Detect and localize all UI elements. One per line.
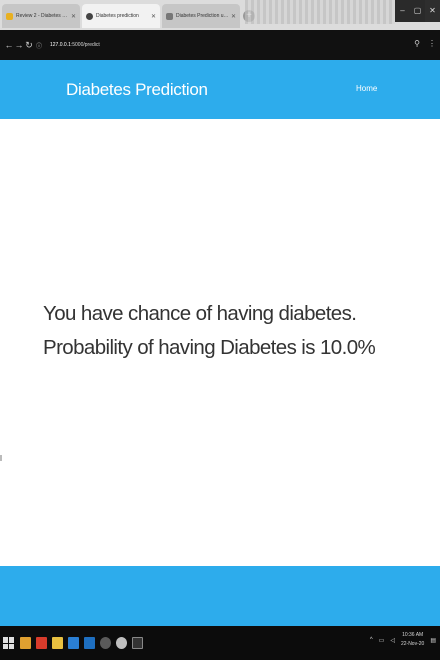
clock-time: 10:36 AM: [402, 632, 424, 638]
menu-icon[interactable]: ⋮: [428, 39, 436, 48]
key-icon[interactable]: ⚲: [414, 39, 420, 48]
tab-title: Review 2 - Diabetes prediction u: [16, 13, 69, 19]
windows-taskbar: ^ ▭ ◁ 10:36 AM 22-Nov-20 ▤: [0, 626, 440, 660]
url-path: :5000/predict: [70, 42, 100, 48]
window-controls: – ▢ ✕: [395, 0, 440, 22]
minimize-icon[interactable]: –: [395, 0, 410, 22]
tab-title: Diabetes prediction: [96, 13, 139, 19]
terminal-icon[interactable]: [132, 637, 143, 649]
tab-title: Diabetes Prediction using M: [176, 13, 229, 19]
app-navbar: Diabetes Prediction Home: [0, 60, 440, 119]
volume-icon[interactable]: ◁: [390, 637, 395, 644]
globe-icon: [86, 12, 93, 20]
close-icon[interactable]: ✕: [71, 13, 76, 20]
vscode-icon[interactable]: [84, 637, 95, 649]
prediction-result-text: You have chance of having diabetes. Prob…: [43, 302, 376, 359]
document-icon: [6, 12, 13, 20]
clock-date: 22-Nov-20: [400, 641, 425, 647]
info-icon[interactable]: ⓘ: [34, 41, 44, 50]
reload-icon[interactable]: ↻: [24, 40, 34, 51]
app-footer: [0, 566, 440, 626]
close-icon[interactable]: ✕: [231, 13, 236, 20]
brand-title[interactable]: Diabetes Prediction: [66, 80, 208, 100]
edge-icon[interactable]: [68, 637, 79, 649]
battery-icon[interactable]: ▭: [379, 637, 385, 644]
chevron-up-icon[interactable]: ^: [370, 637, 373, 643]
system-tray: ^ ▭ ◁ 10:36 AM 22-Nov-20 ▤: [370, 631, 436, 649]
windows-start-icon[interactable]: [3, 637, 15, 649]
mail-icon[interactable]: [52, 637, 63, 649]
forward-icon[interactable]: →: [14, 40, 24, 50]
chrome-icon[interactable]: [100, 637, 111, 649]
url-field[interactable]: 127.0.0.1:5000/predict: [50, 42, 100, 48]
clock[interactable]: 10:36 AM 22-Nov-20: [401, 631, 424, 649]
close-icon[interactable]: ✕: [151, 13, 156, 20]
browser-tab-review[interactable]: Review 2 - Diabetes prediction u ✕: [2, 4, 80, 28]
browser-tab-strip: Review 2 - Diabetes prediction u ✕ Diabe…: [0, 0, 440, 30]
settings-icon[interactable]: [116, 637, 127, 649]
address-bar-actions: ⚲ ⋮: [414, 39, 436, 48]
page-edge-mark: [0, 455, 2, 461]
home-link[interactable]: Home: [356, 84, 377, 93]
close-window-icon[interactable]: ✕: [425, 0, 440, 22]
url-host: 127.0.0.1: [50, 42, 71, 48]
browser-tab-diabetes-prediction[interactable]: Diabetes prediction ✕: [82, 4, 160, 28]
browser-tab-diabetes-ml[interactable]: Diabetes Prediction using M ✕: [162, 4, 240, 28]
document-icon: [166, 12, 173, 20]
store-icon[interactable]: [36, 637, 47, 649]
maximize-icon[interactable]: ▢: [410, 0, 425, 22]
back-icon[interactable]: ←: [4, 40, 14, 50]
notification-icon[interactable]: ▤: [430, 637, 436, 644]
file-explorer-icon[interactable]: [20, 637, 31, 649]
address-bar: ← → ↻ ⓘ 127.0.0.1:5000/predict ⚲ ⋮: [0, 30, 440, 60]
blurred-area: [245, 0, 395, 24]
